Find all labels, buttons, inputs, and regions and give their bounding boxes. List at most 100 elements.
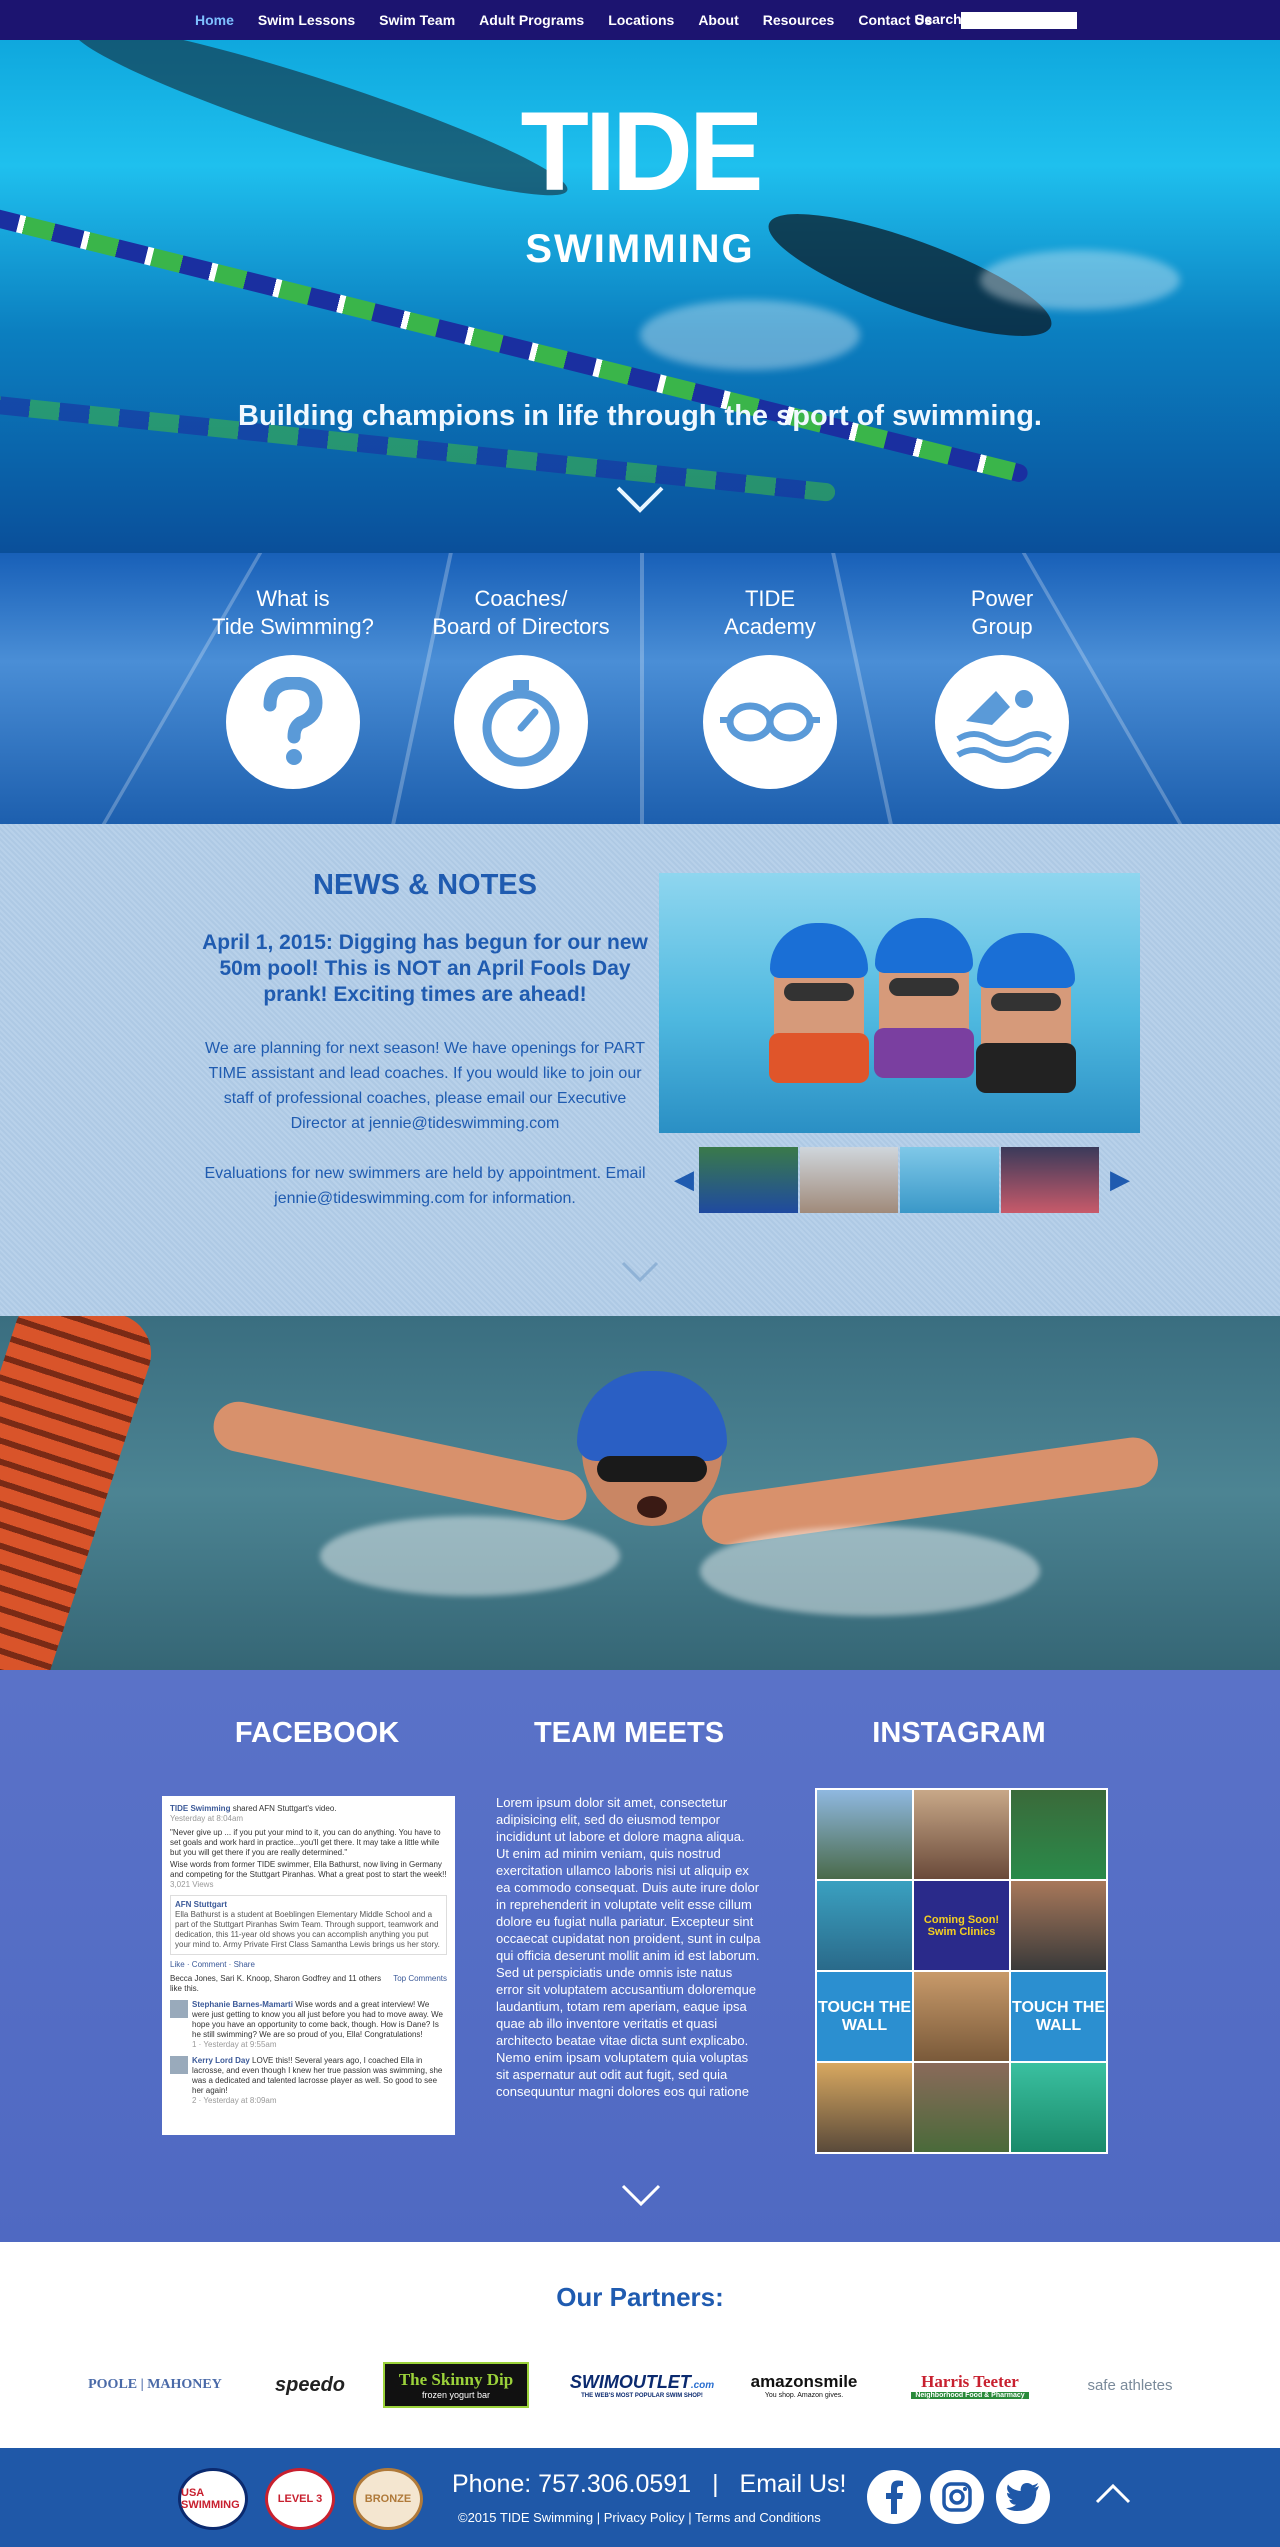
chevron-up-icon[interactable] [1093, 2478, 1133, 2508]
chevron-down-icon[interactable] [620, 1259, 660, 1284]
partner-logo-poole-mahoney[interactable]: POOLE | MAHONEY [80, 2362, 230, 2408]
logo-subtitle: SWIMMING [525, 227, 755, 271]
partner-tagline: Neighborhood Food & Pharmacy [911, 2391, 1029, 2399]
fb-top-comments[interactable]: Top Comments [393, 1974, 447, 1994]
stopwatch-icon[interactable] [454, 655, 588, 789]
fb-comment: Kerry Lord Day LOVE this!! Several years… [170, 2056, 447, 2106]
feature-coaches-board[interactable]: Coaches/Board of Directors [411, 585, 631, 789]
team-meets-heading: TEAM MEETS [533, 1717, 725, 1749]
email-link[interactable]: Email Us! [740, 2470, 847, 2498]
partner-logo-amazonsmile[interactable]: amazonsmile You shop. Amazon gives. [744, 2362, 864, 2408]
partner-tagline: frozen yogurt bar [421, 2390, 491, 2400]
thumbnail[interactable] [699, 1147, 798, 1213]
social-section: FACEBOOK TEAM MEETS INSTAGRAM TIDE Swimm… [0, 1670, 1280, 2242]
avatar [170, 2000, 188, 2018]
fb-shared-video[interactable]: AFN Stuttgart Ella Bathurst is a student… [170, 1895, 447, 1955]
nav-item-swim-lessons[interactable]: Swim Lessons [258, 12, 355, 28]
instagram-icon[interactable] [930, 2470, 984, 2524]
nav-menu: Home Swim Lessons Swim Team Adult Progra… [195, 0, 956, 40]
top-navigation: Home Swim Lessons Swim Team Adult Progra… [0, 0, 1280, 40]
feature-title-line: Coaches/ [474, 586, 568, 611]
hero-banner: TIDE SWIMMING Building champions in life… [0, 0, 1280, 553]
phone-number[interactable]: Phone: 757.306.0591 [452, 2470, 691, 2498]
partner-name: amazonsmile [750, 2371, 858, 2391]
nav-item-home[interactable]: Home [195, 12, 234, 28]
instagram-photo[interactable] [914, 2063, 1009, 2152]
nav-item-swim-team[interactable]: Swim Team [379, 12, 455, 28]
facebook-feed[interactable]: TIDE Swimming shared AFN Stuttgart's vid… [162, 1796, 455, 2135]
copyright-line: ©2015 TIDE Swimming | Privacy Policy | T… [458, 2510, 821, 2525]
goggles-icon[interactable] [703, 655, 837, 789]
lane-rope [0, 1316, 162, 1670]
fb-commenter[interactable]: Stephanie Barnes-Mamarti [192, 2000, 293, 2009]
carousel-prev-icon[interactable]: ◀ [674, 1164, 694, 1195]
partner-name: SWIMOUTLET [569, 2371, 691, 2392]
twitter-icon[interactable] [996, 2470, 1050, 2524]
instagram-photo[interactable] [1011, 2063, 1106, 2152]
news-featured-photo[interactable] [659, 873, 1140, 1133]
carousel-next-icon[interactable]: ▶ [1110, 1164, 1130, 1195]
news-paragraph: Evaluations for new swimmers are held by… [204, 1165, 646, 1207]
avatar [170, 2056, 188, 2074]
search-input[interactable] [961, 12, 1077, 29]
instagram-photo[interactable] [914, 1972, 1009, 2061]
feature-power-group[interactable]: Power Group [892, 585, 1112, 789]
instagram-photo[interactable] [1011, 1790, 1106, 1879]
instagram-photo[interactable]: TOUCH THE WALL [817, 1972, 912, 2061]
tide-swimming-logo[interactable]: TIDE SWIMMING [495, 82, 785, 272]
nav-item-locations[interactable]: Locations [608, 12, 674, 28]
feature-what-is-tide[interactable]: What is Tide Swimming? [183, 585, 403, 789]
partner-logo-swimoutlet[interactable]: SWIMOUTLET.com THE WEB'S MOST POPULAR SW… [567, 2362, 717, 2408]
partner-logo-speedo[interactable]: speedo [255, 2362, 365, 2408]
partner-logo-skinny-dip[interactable]: The Skinny Dip frozen yogurt bar [383, 2362, 529, 2408]
bronze-badge: BRONZE [353, 2468, 423, 2530]
insta-caption: TOUCH THE WALL [817, 1998, 912, 2034]
water-splash [640, 300, 860, 370]
fb-comment-meta: 1 · Yesterday at 9:55am [192, 2040, 277, 2049]
feature-title-line: Academy [724, 614, 816, 639]
instagram-photo[interactable] [817, 1881, 912, 1970]
usa-swimming-badge: USA SWIMMING [178, 2468, 248, 2530]
instagram-photo[interactable]: TOUCH THE WALL [1011, 1972, 1106, 2061]
instagram-photo[interactable] [914, 1790, 1009, 1879]
chevron-down-icon[interactable] [620, 2182, 662, 2208]
nav-item-about[interactable]: About [698, 12, 738, 28]
thumbnail[interactable] [900, 1147, 999, 1213]
instagram-grid: Coming Soon! Swim Clinics TOUCH THE WALL… [815, 1788, 1108, 2154]
instagram-photo[interactable] [817, 2063, 912, 2152]
instagram-photo[interactable] [817, 1790, 912, 1879]
feature-title-line: Board of Directors [432, 614, 610, 639]
feature-tide-academy[interactable]: TIDE Academy [660, 585, 880, 789]
nav-item-resources[interactable]: Resources [763, 12, 835, 28]
thumbnail[interactable] [799, 1147, 898, 1213]
fb-page-name[interactable]: TIDE Swimming [170, 1804, 230, 1813]
fb-likes: Becca Jones, Sari K. Knoop, Sharon Godfr… [170, 1974, 382, 1993]
feature-title-line: Tide Swimming? [212, 614, 374, 639]
fb-actions[interactable]: Like · Comment · Share [170, 1960, 447, 1970]
instagram-photo[interactable]: Coming Soon! Swim Clinics [914, 1881, 1009, 1970]
feature-title-line: Power [970, 586, 1034, 611]
partner-logo-harris-teeter[interactable]: Harris Teeter Neighborhood Food & Pharma… [895, 2362, 1045, 2408]
instagram-photo[interactable] [1011, 1881, 1106, 1970]
partner-logo-safe-athletes[interactable]: safe athletes [1070, 2362, 1190, 2408]
hero-tagline: Building champions in life through the s… [238, 400, 1042, 432]
partner-name: The Skinny Dip [398, 2370, 514, 2389]
level-3-badge: LEVEL 3 [265, 2468, 335, 2530]
partners-heading: Our Partners: [556, 2282, 724, 2312]
swimmer-icon[interactable] [935, 655, 1069, 789]
terms-link[interactable]: Terms and Conditions [695, 2510, 821, 2525]
site-footer: USA SWIMMING LEVEL 3 BRONZE Phone: 757.3… [0, 2448, 1280, 2547]
fb-shared: shared AFN Stuttgart's video. [232, 1804, 337, 1813]
question-icon[interactable] [226, 655, 360, 789]
privacy-policy-link[interactable]: Privacy Policy [604, 2510, 685, 2525]
fb-commenter[interactable]: Kerry Lord Day [192, 2056, 250, 2065]
news-headline: April 1, 2015: Digging has begun for our… [202, 931, 648, 1006]
chevron-down-icon[interactable] [615, 484, 665, 514]
partner-name: Harris Teeter [921, 2371, 1019, 2391]
facebook-icon[interactable] [867, 2470, 921, 2524]
thumbnail[interactable] [1000, 1147, 1099, 1213]
fb-time: Yesterday at 8:04am [170, 1814, 244, 1823]
fb-views: 3,021 Views [170, 1880, 214, 1889]
news-paragraph: We are planning for next season! We have… [205, 1040, 645, 1132]
nav-item-adult-programs[interactable]: Adult Programs [479, 12, 584, 28]
